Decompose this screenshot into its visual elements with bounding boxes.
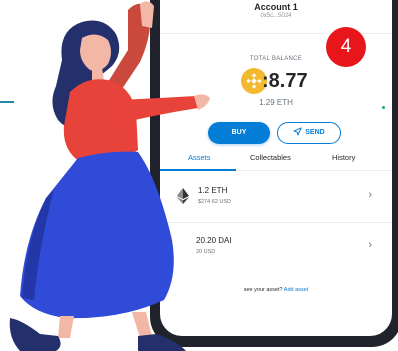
leg-right bbox=[132, 312, 152, 338]
shoe-left bbox=[9, 318, 61, 351]
shoe-right bbox=[138, 334, 186, 351]
woman-waving-illustration bbox=[9, 1, 210, 351]
raised-hand bbox=[140, 1, 154, 28]
leg-left bbox=[58, 316, 74, 338]
front-arm bbox=[120, 96, 198, 122]
